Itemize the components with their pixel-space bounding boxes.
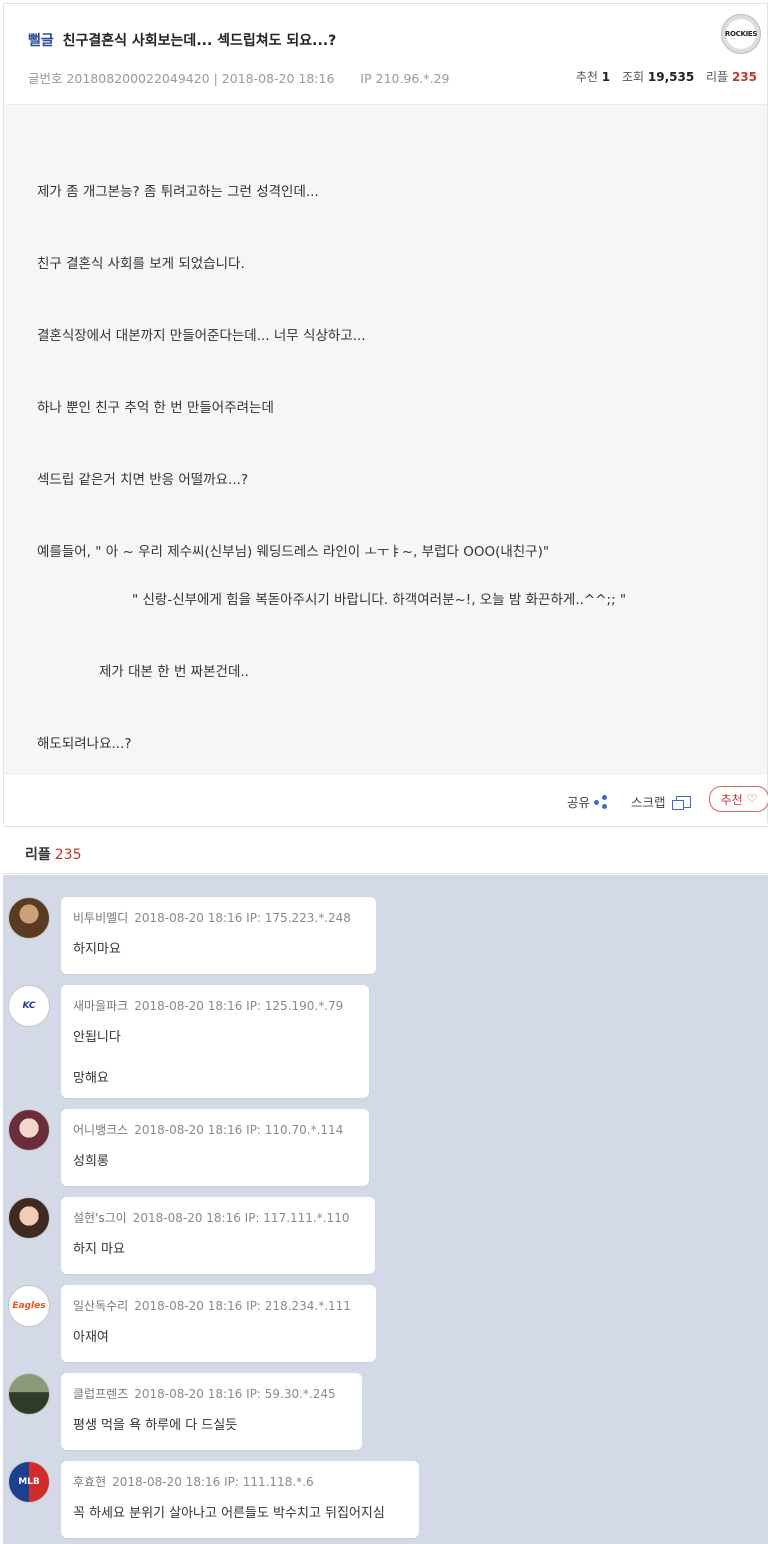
scrap-button[interactable]: 스크랩	[631, 792, 691, 811]
scrap-icon	[671, 795, 691, 810]
post-ip: IP 210.96.*.29	[360, 71, 450, 86]
scrap-label: 스크랩	[631, 795, 666, 810]
recommend-button[interactable]: 추천 ♡	[709, 786, 768, 812]
comment-meta: 2018-08-20 18:16 IP: 111.118.*.6	[112, 1475, 314, 1489]
views-count: 19,535	[647, 70, 695, 84]
heart-icon: ♡	[746, 792, 758, 806]
eagles-logo-icon[interactable]: Eagles	[8, 1285, 50, 1327]
comment-bubble: 어니뱅크스 2018-08-20 18:16 IP: 110.70.*.114 성…	[61, 1109, 369, 1186]
post-title-line: 뻘글 친구결혼식 사회보는데... 섹드립쳐도 되요...?	[28, 30, 336, 50]
recommend-label: 추천	[575, 70, 598, 84]
comment-bubble: 비투비멜디 2018-08-20 18:16 IP: 175.223.*.248 …	[61, 897, 376, 974]
comment-meta: 2018-08-20 18:16 IP: 218.234.*.111	[134, 1299, 351, 1313]
recommend-count: 1	[601, 70, 611, 84]
comment-nick[interactable]: 어니뱅크스	[73, 1123, 128, 1137]
comment-bubble: 일산독수리 2018-08-20 18:16 IP: 218.234.*.111 …	[61, 1285, 376, 1362]
share-label: 공유	[567, 795, 591, 810]
post-card: 뻘글 친구결혼식 사회보는데... 섹드립쳐도 되요...? ROCKIES 글…	[3, 3, 768, 824]
comment-bubble: 클럽프렌즈 2018-08-20 18:16 IP: 59.30.*.245 평생…	[61, 1373, 362, 1450]
reply-list: 비투비멜디 2018-08-20 18:16 IP: 175.223.*.248 …	[3, 875, 768, 1544]
avatar[interactable]	[8, 897, 50, 939]
comment-nick[interactable]: 새마을파크	[73, 999, 128, 1013]
comment-nick[interactable]: 후효현	[73, 1475, 106, 1489]
body-paragraph: 섹드립 같은거 치면 반응 어떨까요...?	[37, 472, 249, 488]
post-actions: 공유 스크랩 추천 ♡	[4, 774, 768, 824]
post-number-date: 글번호 201808200022049420 | 2018-08-20 18:1…	[28, 71, 335, 86]
comment-text: 성희롱	[73, 1154, 109, 1169]
comment-meta: 2018-08-20 18:16 IP: 175.223.*.248	[134, 911, 351, 925]
team-logo-icon[interactable]: ROCKIES	[721, 14, 761, 54]
body-paragraph: 제가 좀 개그본능? 좀 튀려고하는 그런 성격인데...	[37, 184, 319, 200]
comment-text: 하지 마요	[73, 1242, 125, 1257]
comment-text: 아재여	[73, 1330, 109, 1345]
comment-meta: 2018-08-20 18:16 IP: 125.190.*.79	[134, 999, 344, 1013]
body-paragraph: 하나 뿐인 친구 추억 한 번 만들어주려는데	[37, 400, 274, 416]
views-label: 조회	[621, 70, 645, 84]
comment-bubble: 후효현 2018-08-20 18:16 IP: 111.118.*.6 꼭 하세…	[61, 1461, 419, 1538]
comment-text: 평생 먹을 욕 하루에 다 드실듯	[73, 1418, 238, 1433]
body-paragraph: 결혼식장에서 대본까지 만들어준다는데... 너무 식상하고...	[37, 328, 366, 344]
body-paragraph: 제가 대본 한 번 짜본건데..	[99, 664, 249, 680]
comment-meta: 2018-08-20 18:16 IP: 59.30.*.245	[134, 1387, 336, 1401]
reply-count: 235	[731, 70, 757, 84]
body-paragraph: 친구 결혼식 사회를 보게 되었습니다.	[37, 256, 245, 272]
post-header: 뻘글 친구결혼식 사회보는데... 섹드립쳐도 되요...? ROCKIES 글…	[4, 4, 767, 104]
comment-nick[interactable]: 비투비멜디	[73, 911, 128, 925]
recommend-button-label: 추천	[720, 792, 743, 807]
avatar[interactable]	[8, 1197, 50, 1239]
reply-header: 리플 235	[3, 826, 768, 874]
team-logo-text: ROCKIES	[724, 30, 758, 38]
reply-header-text: 리플	[25, 847, 51, 863]
body-paragraph: 예를들어, " 아 ~ 우리 제수씨(신부님) 웨딩드레스 라인이 ㅗㅜㅑ~, …	[37, 544, 550, 560]
comment-nick[interactable]: 설현's그이	[73, 1211, 127, 1225]
body-paragraph: " 신랑-신부에게 힘을 복돋아주시기 바랍니다. 하객여러분~!, 오늘 밤 …	[132, 592, 627, 608]
share-button[interactable]: 공유	[567, 792, 608, 811]
royals-logo-icon[interactable]: KC	[8, 985, 50, 1027]
comment-text: 안됩니다	[73, 1030, 121, 1045]
comment-text: 망해요	[73, 1071, 109, 1086]
comment-bubble: 새마을파크 2018-08-20 18:16 IP: 125.190.*.79 안…	[61, 985, 369, 1098]
avatar[interactable]	[8, 1373, 50, 1415]
reply-header-label: 리플 235	[25, 844, 82, 864]
avatar[interactable]	[8, 1109, 50, 1151]
post-stats: 추천 1 조회 19,535 리플 235	[576, 68, 757, 85]
comment-text: 꼭 하세요 분위기 살아나고 어른들도 박수치고 뒤집어지심	[73, 1506, 385, 1521]
comment-text: 하지마요	[73, 942, 121, 957]
post-body: 제가 좀 개그본능? 좀 튀려고하는 그런 성격인데... 친구 결혼식 사회를…	[4, 104, 767, 774]
comment-meta: 2018-08-20 18:16 IP: 117.111.*.110	[132, 1211, 350, 1225]
post-meta: 글번호 201808200022049420 | 2018-08-20 18:1…	[28, 68, 449, 87]
reply-header-count: 235	[54, 847, 82, 863]
comment-nick[interactable]: 일산독수리	[73, 1299, 128, 1313]
body-paragraph: 해도되려나요...?	[37, 736, 132, 752]
post-title: 친구결혼식 사회보는데... 섹드립쳐도 되요...?	[62, 33, 337, 49]
share-icon	[594, 794, 608, 809]
comment-meta: 2018-08-20 18:16 IP: 110.70.*.114	[134, 1123, 344, 1137]
reply-label: 리플	[706, 70, 729, 84]
mlb-logo-icon[interactable]: MLB	[8, 1461, 50, 1503]
comment-nick[interactable]: 클럽프렌즈	[73, 1387, 128, 1401]
post-category[interactable]: 뻘글	[28, 33, 54, 49]
comment-bubble: 설현's그이 2018-08-20 18:16 IP: 117.111.*.110…	[61, 1197, 375, 1274]
